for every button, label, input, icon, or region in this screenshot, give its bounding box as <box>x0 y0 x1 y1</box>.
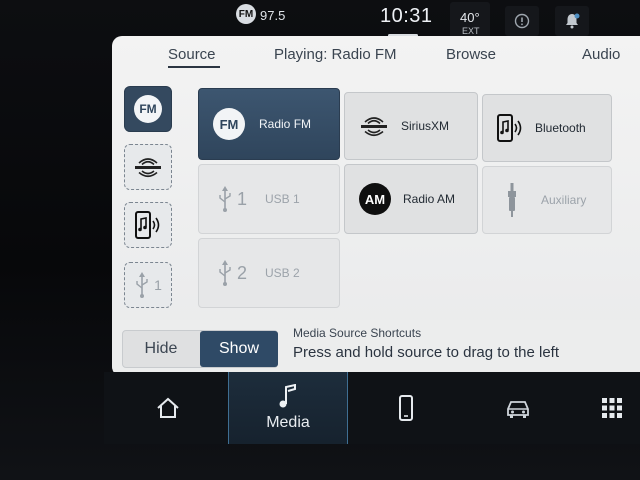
bluetooth-phone-icon <box>135 211 160 239</box>
shortcut-usb1[interactable]: 1 <box>124 262 172 308</box>
source-siriusxm-label: SiriusXM <box>401 119 450 133</box>
tab-source[interactable]: Source <box>168 46 216 63</box>
vehicle-icon <box>507 401 529 418</box>
shortcut-radio-fm[interactable]: FM <box>124 86 172 132</box>
bottom-navigation: Media <box>104 372 640 444</box>
source-radio-am[interactable]: AM Radio AM <box>344 164 478 234</box>
aux-icon <box>508 183 516 217</box>
nav-media-label: Media <box>266 414 310 431</box>
source-usb1[interactable]: 1 USB 1 <box>198 164 340 234</box>
bluetooth-phone-icon <box>497 114 522 142</box>
source-bluetooth[interactable]: Bluetooth <box>482 94 612 162</box>
outside-temperature: 40° <box>460 10 480 25</box>
source-siriusxm[interactable]: SiriusXM <box>344 92 478 160</box>
tab-playing[interactable]: Playing: Radio FM <box>274 46 397 63</box>
home-icon <box>157 397 179 418</box>
source-auxiliary[interactable]: Auxiliary <box>482 166 612 234</box>
nav-home[interactable] <box>124 372 212 444</box>
source-usb1-label: USB 1 <box>265 192 300 206</box>
nav-apps[interactable] <box>584 372 640 444</box>
siriusxm-icon <box>361 117 387 137</box>
music-note-icon <box>279 384 296 408</box>
source-usb2-label: USB 2 <box>265 266 300 280</box>
tab-source-indicator <box>168 66 220 68</box>
source-auxiliary-label: Auxiliary <box>541 193 587 207</box>
clock[interactable]: 10:31 <box>380 5 433 28</box>
nav-phone[interactable] <box>362 372 450 444</box>
shortcut-toggle: Hide Show <box>122 330 278 368</box>
tab-browse[interactable]: Browse <box>446 46 496 63</box>
usb-icon <box>219 260 231 286</box>
source-usb2[interactable]: 2 USB 2 <box>198 238 340 308</box>
bell-icon <box>566 13 580 29</box>
show-shortcuts-button[interactable]: Show <box>200 331 278 367</box>
radio-band-badge: FM <box>236 4 256 24</box>
usb-icon <box>219 186 231 212</box>
nav-vehicle[interactable] <box>474 372 562 444</box>
fm-icon: FM <box>134 95 162 123</box>
media-source-screen: Source Playing: Radio FM Browse Audio FM <box>112 36 640 378</box>
fm-icon: FM <box>213 108 245 140</box>
source-radio-fm-label: Radio FM <box>259 117 312 131</box>
tab-audio[interactable]: Audio <box>582 46 620 63</box>
nav-media[interactable]: Media <box>228 372 348 444</box>
source-radio-fm[interactable]: FM Radio FM <box>198 88 340 160</box>
media-tabs: Source Playing: Radio FM Browse Audio <box>112 36 640 84</box>
source-bluetooth-label: Bluetooth <box>535 121 586 135</box>
hint-text: Press and hold source to drag to the lef… <box>293 344 559 361</box>
alert-icon <box>514 13 530 29</box>
shortcut-bluetooth[interactable] <box>124 202 172 248</box>
radio-frequency: 97.5 <box>260 8 286 23</box>
alert-status-button[interactable] <box>505 6 539 36</box>
notifications-button[interactable] <box>555 6 589 36</box>
source-usb2-number: 2 <box>237 262 248 283</box>
source-usb1-number: 1 <box>237 188 248 209</box>
hide-shortcuts-button[interactable]: Hide <box>123 331 199 367</box>
shortcut-usb1-number: 1 <box>154 277 162 293</box>
shortcut-siriusxm[interactable] <box>124 144 172 190</box>
shortcut-hint-bar: Hide Show Media Source Shortcuts Press a… <box>112 320 640 378</box>
usb-icon <box>136 272 148 298</box>
hint-title: Media Source Shortcuts <box>293 326 422 340</box>
am-icon: AM <box>359 183 391 215</box>
siriusxm-icon <box>135 158 161 178</box>
outside-temperature-label: EXT <box>462 26 480 36</box>
source-radio-am-label: Radio AM <box>403 192 456 206</box>
apps-grid-icon <box>602 398 622 418</box>
phone-icon <box>399 395 413 421</box>
